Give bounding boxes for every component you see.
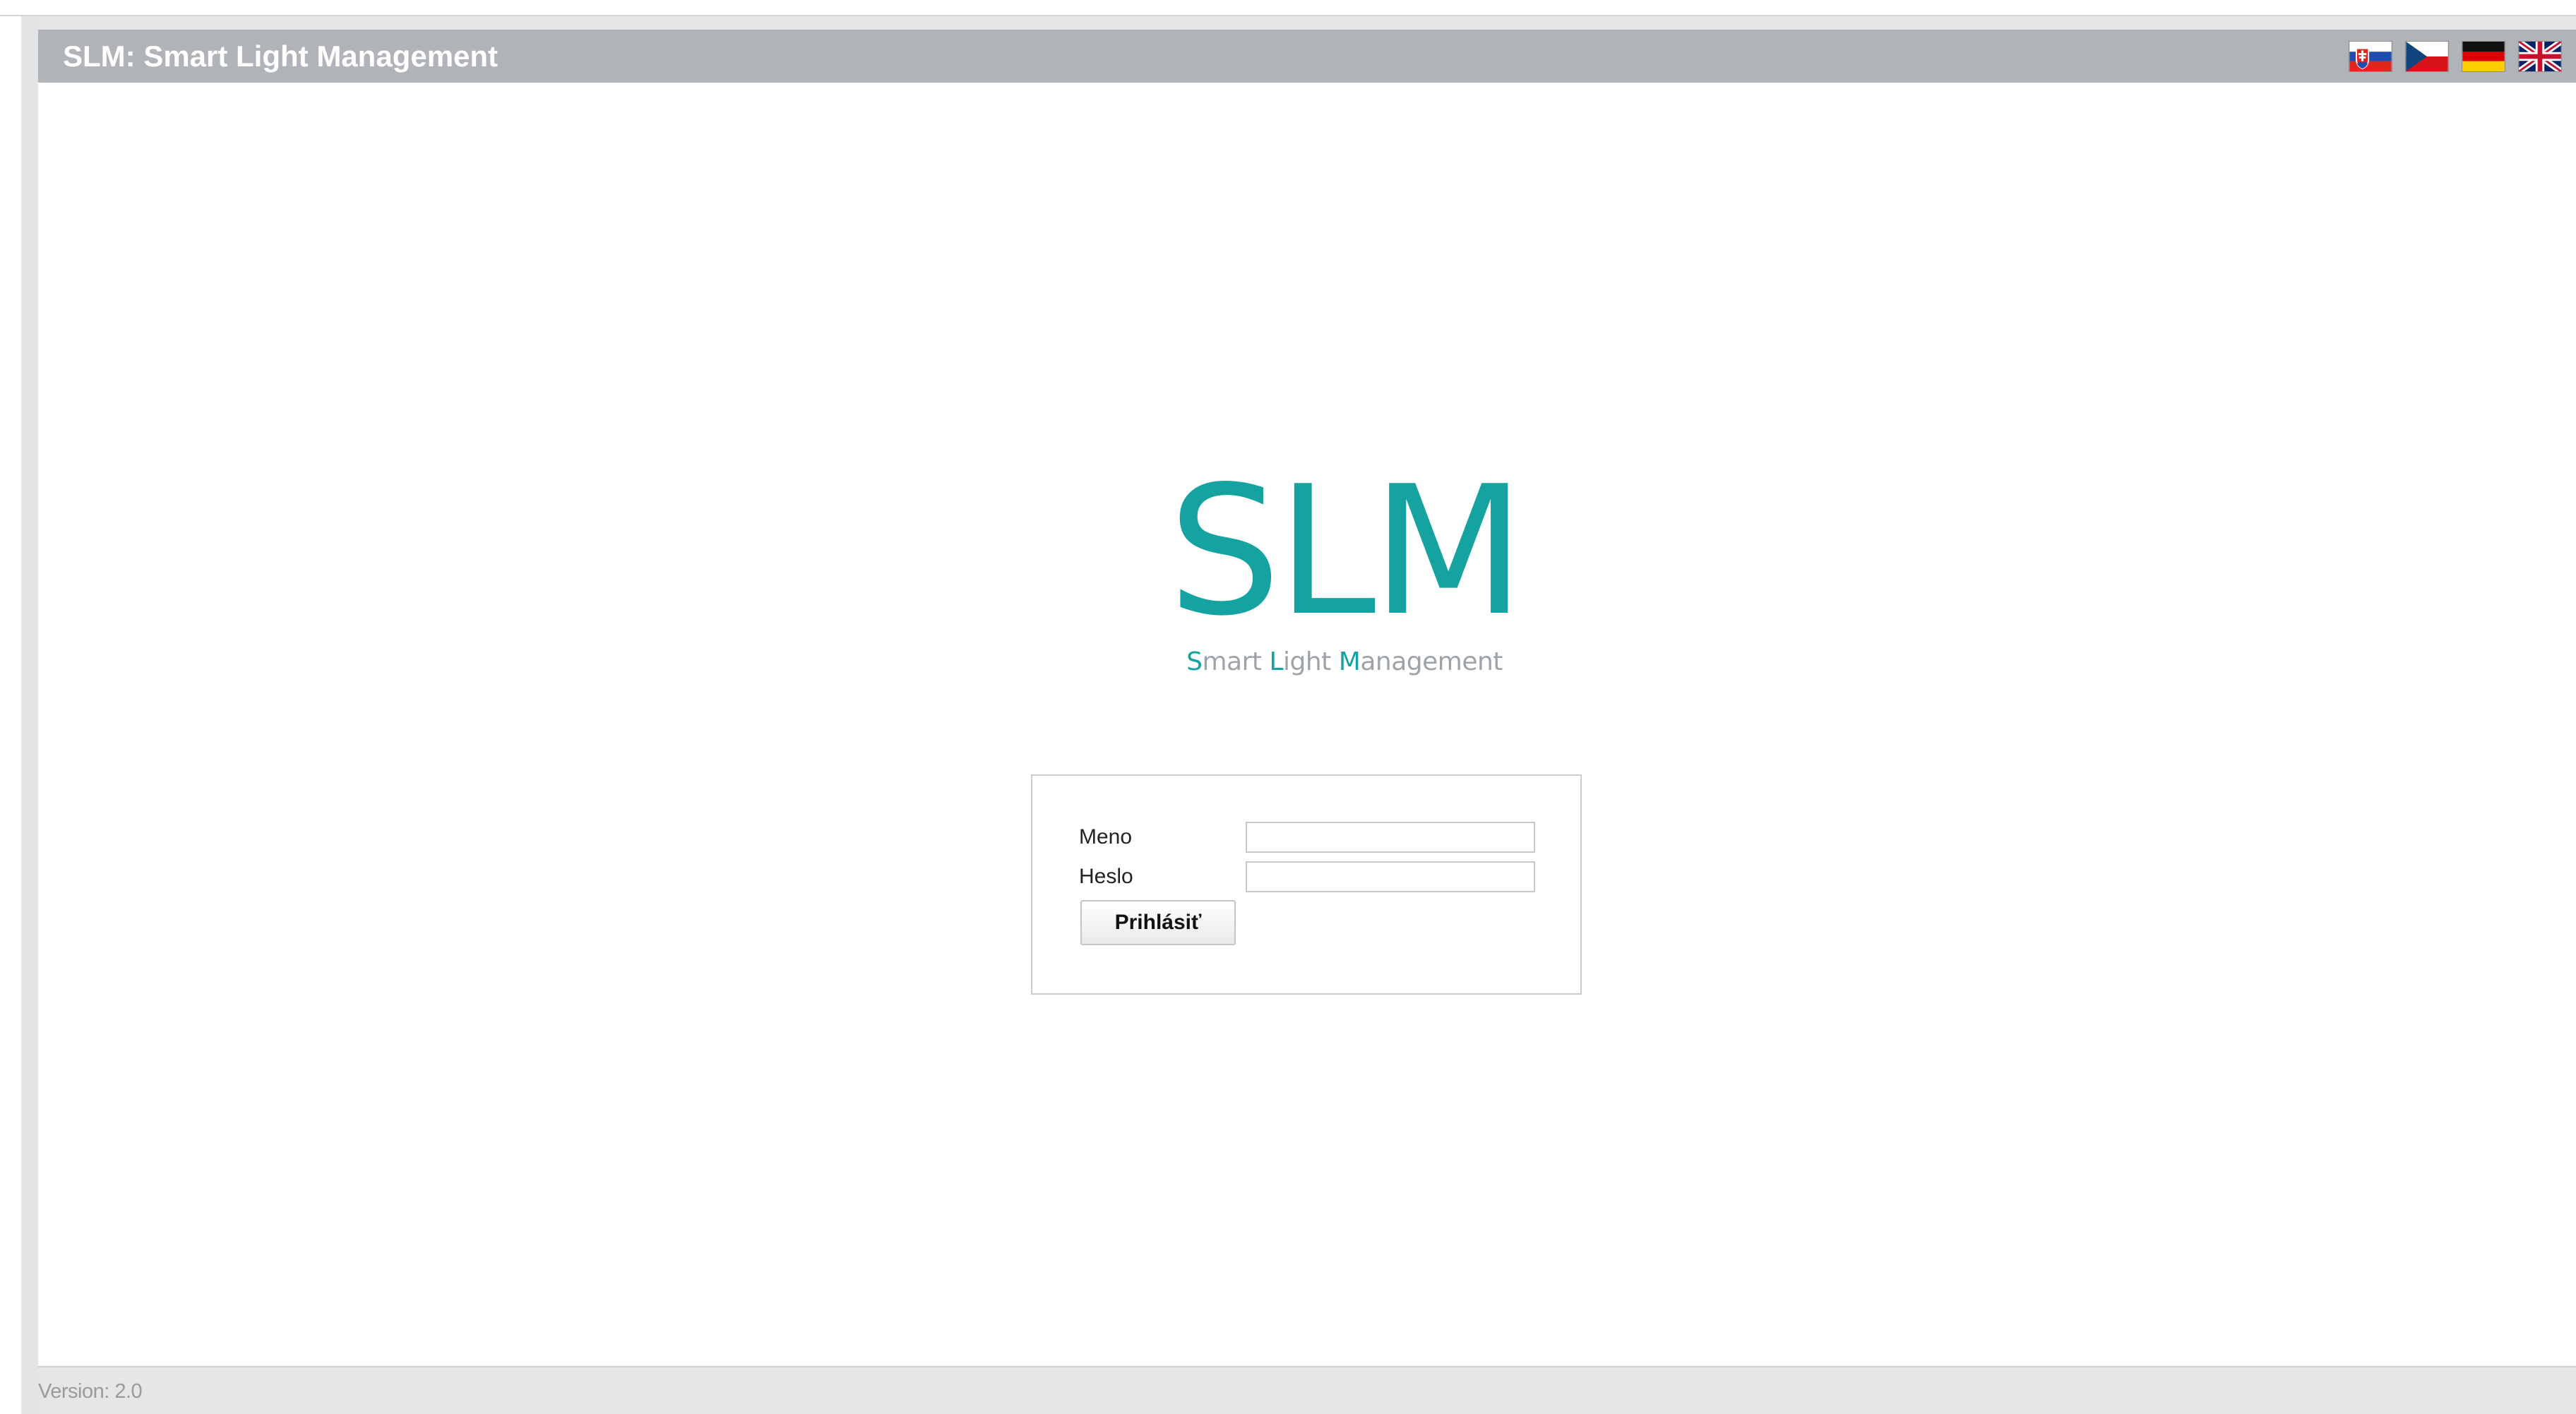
slm-logo: SLM: [1168, 448, 1525, 655]
top-edge: [0, 0, 2576, 16]
german-flag-icon[interactable]: [2462, 41, 2505, 72]
tagline-word-ight: ight: [1283, 647, 1339, 676]
czech-flag-icon[interactable]: [2405, 41, 2449, 72]
login-button[interactable]: Prihlásiť: [1080, 900, 1236, 945]
login-form: Meno Heslo Prihlásiť: [1031, 774, 1582, 995]
username-label: Meno: [1079, 825, 1133, 849]
app-header: SLM: Smart Light Management: [38, 30, 2576, 83]
version-label: Version: 2.0: [38, 1380, 143, 1403]
left-gutter: [0, 16, 21, 1414]
language-selector: [2349, 41, 2562, 73]
tagline-word-mart: mart: [1202, 647, 1270, 676]
username-input[interactable]: [1246, 822, 1535, 853]
slovak-flag-icon[interactable]: [2349, 41, 2392, 72]
tagline-word-anagement: anagement: [1360, 647, 1503, 676]
app-title: SLM: Smart Light Management: [63, 40, 499, 73]
tagline-initial-s: S: [1186, 647, 1203, 676]
logo-tagline: Smart Light Management: [1097, 647, 1592, 676]
page-viewport: SLM: Smart Light Management SLM Smart Li…: [0, 0, 2576, 1414]
left-gutter-edge: [21, 16, 38, 1414]
password-label: Heslo: [1079, 865, 1133, 888]
uk-flag-icon[interactable]: [2518, 41, 2562, 72]
login-page: SLM Smart Light Management Meno Heslo Pr…: [38, 83, 2576, 1366]
tagline-initial-m: M: [1338, 647, 1361, 676]
password-input[interactable]: [1246, 861, 1535, 892]
tagline-initial-l: L: [1269, 647, 1284, 676]
